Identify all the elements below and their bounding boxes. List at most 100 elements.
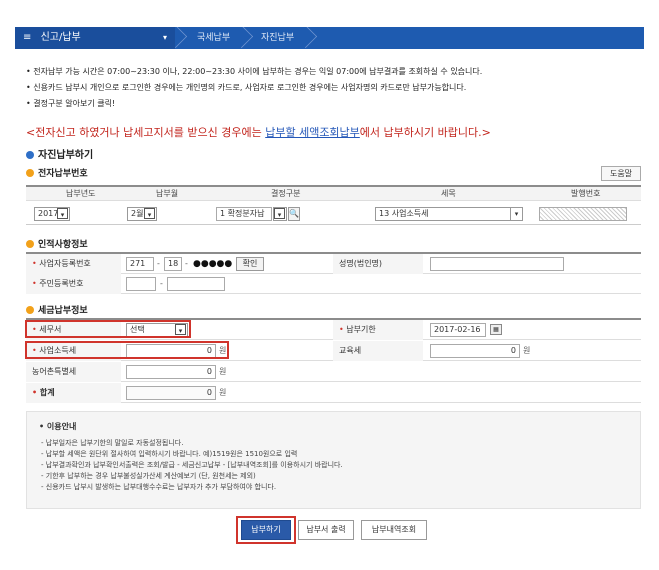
taxpayer-row: • 사업자등록번호 271 - 18 - ●●●●● 확인 성명(법인명): [26, 254, 641, 274]
breadcrumb-separator-icon: [241, 27, 255, 49]
resident-label-text: 주민등록번호: [39, 279, 84, 288]
usage-list: 납부일자은 납부기한의 말일로 자동설정됩니다. 납부할 세액은 원단위 절사하…: [41, 438, 343, 493]
rural-row: 농어촌특별세 0 원: [26, 362, 641, 382]
total-label-text: 합계: [39, 388, 55, 397]
search-icon[interactable]: 🔍: [288, 207, 300, 221]
breadcrumb-tax-payment[interactable]: 국세납부: [197, 27, 230, 49]
usage-title: • 이용안내: [39, 422, 77, 431]
month-select[interactable]: 2월 ▾: [127, 207, 157, 221]
col-header-decision: 결정구분: [271, 189, 301, 198]
main-section-label: 자진납부하기: [38, 150, 94, 161]
usage-item: 기한후 납부하는 경우 납부불성실가산세 계산예보기 (단, 원천세는 제외): [41, 471, 343, 482]
chevron-down-icon: ▾: [274, 208, 285, 219]
rural-tax-input[interactable]: 0: [126, 365, 216, 379]
name-input[interactable]: [430, 257, 564, 271]
usage-item: 신용카드 납부시 발생하는 납부대행수수료는 납부자가 추가 부담하여야 합니다…: [41, 482, 343, 493]
due-label-text: 납부기한: [346, 325, 376, 334]
tax-section-title: 세금납부정보: [26, 303, 88, 316]
pay-button[interactable]: 납부하기: [241, 520, 291, 540]
highlight-bizincome: [25, 341, 229, 359]
total-row: • 합계 0 원: [26, 383, 641, 403]
notice-link-decision[interactable]: 결정구분 알아보기 클릭!: [26, 96, 646, 112]
resident-part1-input[interactable]: [126, 277, 156, 291]
col-header-tax-item: 세목: [441, 189, 456, 198]
resident-row: • 주민등록번호 -: [26, 274, 641, 294]
decision-field[interactable]: 1 확정분자납: [216, 207, 272, 221]
tax-item-value: 13 사업소득세: [379, 209, 429, 218]
tax-item-select[interactable]: 13 사업소득세 ▾: [375, 207, 523, 221]
usage-guide-box: • 이용안내 납부일자은 납부기한의 말일로 자동설정됩니다. 납부할 세액은 …: [26, 411, 641, 509]
chevron-down-icon: ▾: [144, 208, 155, 219]
notice-list: 전자납부 가능 시간은 07:00~23:30 이나, 22:00~23:30 …: [26, 64, 646, 112]
epay-section-title: 전자납부번호: [26, 166, 88, 179]
taxpayer-section-title: 인적사항정보: [26, 237, 88, 250]
decision-select[interactable]: ▾: [273, 207, 287, 221]
bullet-icon: [26, 306, 34, 314]
bizno-part1-input[interactable]: 271: [126, 257, 154, 271]
bizno-label-text: 사업자등록번호: [39, 259, 91, 268]
resident-label: • 주민등록번호: [26, 274, 121, 294]
chevron-down-icon: ▾: [57, 208, 68, 219]
edu-tax-input[interactable]: 0: [430, 344, 520, 358]
message-text-after: 에서 납부하시기 바랍니다.>: [359, 126, 491, 139]
epay-section-label: 전자납부번호: [38, 169, 88, 179]
notice-item: 신용카드 납부시 개인으로 로그인한 경우에는 개인명의 카드로, 사업자로 로…: [26, 80, 646, 96]
col-header-month: 납부월: [156, 189, 179, 198]
taxpayer-section-label: 인적사항정보: [38, 240, 88, 250]
calendar-icon[interactable]: ▦: [490, 324, 502, 335]
col-header-year: 납부년도: [66, 189, 96, 198]
print-payment-slip-button[interactable]: 납부서 출력: [298, 520, 354, 540]
total-label: • 합계: [26, 383, 121, 403]
epay-grid-header: 납부년도 납부월 결정구분 세목 발행번호: [26, 185, 641, 201]
bizno-label: • 사업자등록번호: [26, 254, 121, 274]
dash-text: -: [185, 259, 188, 268]
main-section-title: 자진납부하기: [26, 146, 93, 161]
bizno-masked-value: ●●●●●: [193, 259, 233, 269]
breadcrumb-separator-icon: [305, 27, 319, 49]
taxpayer-form: • 사업자등록번호 271 - 18 - ●●●●● 확인 성명(법인명) • …: [26, 252, 641, 294]
menu-label: 신고/납부: [40, 32, 81, 43]
breadcrumb-separator-icon: [175, 27, 189, 49]
resident-part2-input[interactable]: [167, 277, 225, 291]
breadcrumb-self-payment[interactable]: 자진납부: [261, 27, 294, 49]
year-select[interactable]: 2017 ▾: [34, 207, 70, 221]
won-unit: 원: [219, 388, 227, 397]
issue-number-field: [539, 207, 627, 221]
decision-value: 1 확정분자납: [220, 209, 265, 218]
notice-item: 전자납부 가능 시간은 07:00~23:30 이나, 22:00~23:30 …: [26, 64, 646, 80]
confirm-button[interactable]: 확인: [236, 257, 264, 271]
dash-text: -: [160, 279, 163, 288]
year-value: 2017: [38, 209, 59, 218]
usage-item: 납부할 세액은 원단위 절사하여 입력하시기 바랍니다. 예)1519원은 15…: [41, 449, 343, 460]
due-label: • 납부기한: [333, 320, 423, 340]
highlight-tax-office: [25, 320, 191, 338]
top-navigation-bar: ≡ 신고/납부 ▾ 국세납부 자진납부: [15, 27, 644, 49]
dash-text: -: [157, 259, 160, 268]
tax-inquiry-link[interactable]: 납부할 세액조회납부: [265, 126, 360, 139]
usage-title-text: 이용안내: [46, 422, 77, 431]
bullet-icon: [26, 151, 34, 159]
name-label: 성명(법인명): [333, 254, 423, 274]
bullet-icon: [26, 169, 34, 177]
message-text-before: <전자신고 하였거나 납세고지서를 받으신 경우에는: [26, 126, 266, 139]
bullet-icon: [26, 240, 34, 248]
hamburger-icon: ≡: [23, 32, 32, 43]
help-button[interactable]: 도움말: [601, 166, 641, 181]
total-field: 0: [126, 386, 216, 400]
won-unit: 원: [523, 346, 531, 355]
menu-dropdown[interactable]: ≡ 신고/납부 ▾: [15, 27, 175, 49]
rural-label: 농어촌특별세: [26, 362, 121, 382]
usage-item: 납부일자은 납부기한의 말일로 자동설정됩니다.: [41, 438, 343, 449]
chevron-down-icon: ▾: [510, 208, 522, 220]
edu-label: 교육세: [333, 341, 423, 361]
chevron-down-icon: ▾: [162, 33, 167, 42]
payment-history-button[interactable]: 납부내역조회: [361, 520, 427, 540]
won-unit: 원: [219, 367, 227, 376]
col-header-issue-no: 발행번호: [571, 189, 601, 198]
due-date-field: 2017-02-16: [430, 323, 486, 337]
usage-item: 납부결과확인과 납부확인서출력은 조회/발급 - 세금신고납부 - [납부내역조…: [41, 460, 343, 471]
epay-grid-row: 2017 ▾ 2월 ▾ 1 확정분자납 ▾ 🔍 13 사업소득세 ▾: [26, 201, 641, 225]
bizno-part2-input[interactable]: 18: [164, 257, 182, 271]
red-instruction-message: <전자신고 하였거나 납세고지서를 받으신 경우에는 납부할 세액조회납부에서 …: [26, 124, 491, 140]
month-value: 2월: [131, 209, 144, 218]
